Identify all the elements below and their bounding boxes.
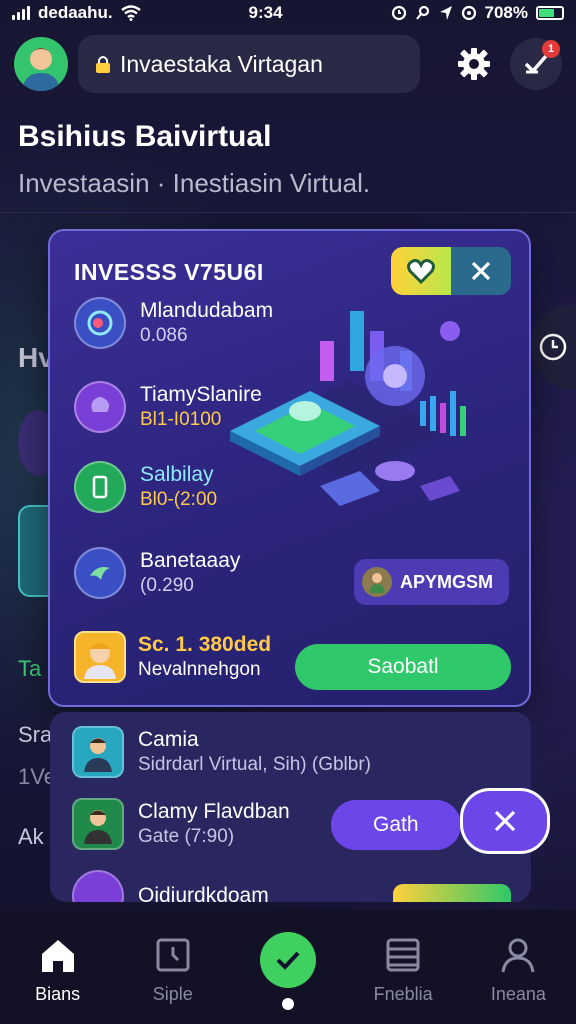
item-icon	[72, 870, 124, 902]
asset-value: 0.086	[140, 325, 188, 346]
status-bar: dedaahu. 9:34 708%	[0, 0, 576, 26]
person-avatar-icon	[72, 726, 124, 778]
card-close-button[interactable]	[451, 247, 511, 295]
page-title: Bsihius Baivirtual	[18, 120, 272, 153]
carrier-label: dedaahu.	[38, 3, 113, 22]
check-button[interactable]	[259, 932, 316, 988]
featured-subtitle: Nevalnnehgon	[138, 659, 261, 680]
status-right: 708%	[391, 3, 564, 23]
asset-target-icon	[74, 297, 126, 349]
background-text-1: Ta	[18, 656, 42, 681]
location-icon	[439, 6, 452, 20]
featured-investor[interactable]: Sc. 1. 380ded Nevalnnehgon	[74, 631, 271, 683]
check-icon	[276, 951, 300, 970]
nav-item-schedule[interactable]: Siple	[123, 936, 223, 1005]
close-icon	[494, 810, 516, 832]
nav-label: Fneblia	[373, 984, 433, 1004]
nav-item-center[interactable]	[238, 932, 338, 988]
close-icon	[471, 261, 491, 281]
list-item[interactable]: Camia Sidrdarl Virtual, Sih) (Gblbr)	[72, 726, 371, 778]
asset-name: TiamySlanire	[140, 383, 262, 406]
key-icon	[415, 5, 429, 20]
person-icon	[361, 567, 392, 597]
asset-value: Bl0-(2:00	[140, 489, 218, 510]
asset-name: Mlandudabam	[140, 299, 274, 322]
asset-brain-icon	[74, 381, 126, 433]
peek-button[interactable]	[393, 884, 511, 902]
nav-item-list[interactable]: Fneblia	[353, 936, 453, 1005]
list-item-detail: Gate (7:90)	[138, 826, 235, 847]
notification-badge: 1	[542, 40, 560, 58]
status-time: 9:34	[248, 3, 283, 22]
invest-card: INVESSS V75U6I Mlandudabam 0.086 TiamySl…	[48, 229, 531, 707]
asset-bird-icon	[74, 547, 126, 599]
data-saver-icon	[461, 5, 476, 21]
asset-value: Bl1-I0100	[140, 409, 222, 430]
list-item-name: Oidjurdkdoam	[138, 884, 269, 902]
list-item-name: Camia	[138, 728, 199, 751]
favorite-button[interactable]	[391, 247, 451, 295]
list-icon	[386, 938, 420, 972]
gath-button[interactable]: Gath	[331, 800, 461, 850]
list-item-detail: Sidrdarl Virtual, Sih) (Gblbr)	[138, 754, 372, 775]
home-indicator	[282, 998, 294, 1010]
settings-button[interactable]	[448, 38, 500, 90]
asset-row-2[interactable]: TiamySlanire Bl1-I0100	[74, 381, 262, 433]
heart-icon	[407, 259, 435, 284]
wifi-icon	[120, 5, 141, 21]
card-actions	[391, 247, 511, 295]
battery-percent: 708%	[484, 3, 528, 22]
asset-row-3[interactable]: Salbilay Bl0-(2:00	[74, 461, 217, 513]
battery-icon	[535, 6, 564, 20]
card-title: INVESSS V75U6I	[74, 259, 264, 285]
notifications-button[interactable]: 1	[510, 38, 562, 90]
nav-item-profile[interactable]: Ineana	[468, 936, 568, 1005]
user-avatar[interactable]	[14, 37, 68, 91]
battery-fill	[538, 9, 555, 17]
list-item-name: Clamy Flavdban	[138, 800, 290, 823]
signal-icon	[12, 6, 30, 20]
floating-close-button[interactable]	[460, 788, 550, 854]
gear-icon	[458, 48, 490, 80]
search-input[interactable]: Invaestaka Virtagan	[78, 35, 420, 93]
apy-badge-button[interactable]: APYMGSM	[353, 559, 509, 605]
list-item[interactable]: Oidjurdkdoam	[72, 870, 269, 902]
person-avatar-icon	[72, 798, 124, 850]
investor-avatar-icon	[74, 631, 126, 683]
clock-icon	[539, 333, 567, 361]
search-text: Invaestaka Virtagan	[120, 50, 323, 77]
asset-name: Salbilay	[140, 463, 214, 486]
status-left: dedaahu.	[12, 3, 141, 23]
nav-label: Siple	[152, 984, 193, 1004]
alarm-icon	[391, 5, 406, 21]
user-icon	[501, 938, 535, 973]
nav-label: Ineana	[490, 984, 546, 1004]
home-icon	[41, 940, 74, 972]
asset-value: (0.290	[140, 575, 194, 596]
page-subtitle: Investaasin · Inestiasin Virtual.	[18, 168, 371, 198]
lock-icon	[96, 56, 110, 73]
nav-item-home[interactable]: Bians	[8, 936, 108, 1005]
header-divider	[0, 212, 576, 213]
nav-label: Bians	[35, 984, 81, 1004]
list-item[interactable]: Clamy Flavdban Gate (7:90)	[72, 798, 290, 850]
background-text-2: Sra	[18, 722, 53, 747]
top-header: Invaestaka Virtagan 1	[14, 34, 562, 94]
featured-amount: Sc. 1. 380ded	[138, 633, 272, 656]
primary-action-button[interactable]: Saobatl	[295, 644, 511, 690]
background-text-4: Ak	[18, 824, 44, 849]
apy-badge-label: APYMGSM	[399, 571, 493, 592]
asset-phone-icon	[74, 461, 126, 513]
asset-row-4[interactable]: Banetaaay (0.290	[74, 547, 240, 599]
asset-row-1[interactable]: Mlandudabam 0.086	[74, 297, 273, 349]
avatar-face-icon	[22, 48, 60, 91]
asset-name: Banetaaay	[140, 549, 241, 572]
clock-icon	[156, 938, 190, 972]
investor-list-card: Camia Sidrdarl Virtual, Sih) (Gblbr) Cla…	[50, 712, 531, 902]
